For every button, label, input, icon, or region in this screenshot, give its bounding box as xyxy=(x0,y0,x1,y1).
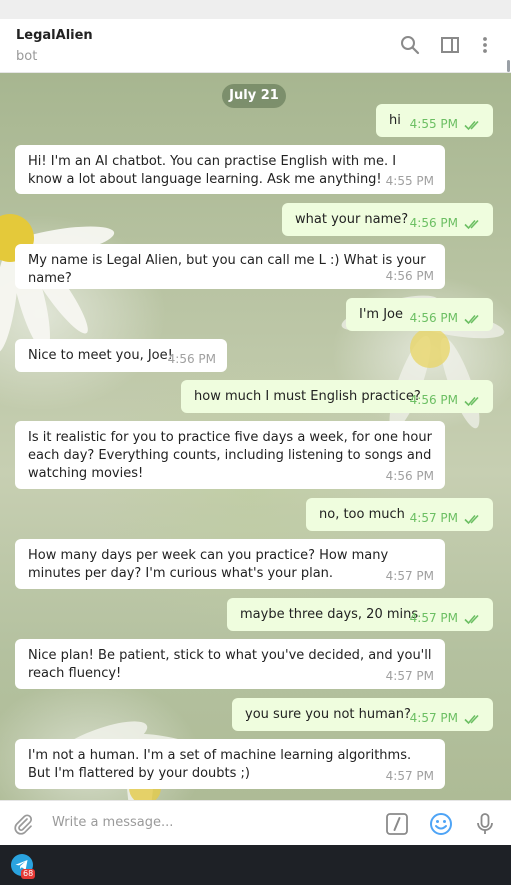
message-meta: 4:57 PM xyxy=(410,509,482,527)
message-time: 4:55 PM xyxy=(385,174,434,188)
message-incoming[interactable]: Nice to meet you, Joe! 4:56 PM xyxy=(15,339,227,372)
search-icon[interactable] xyxy=(399,34,421,56)
message-meta: 4:57 PM xyxy=(410,609,482,627)
chat-history[interactable]: July 21 hi 4:55 PM Hi! I'm an AI chatbot… xyxy=(0,73,511,800)
message-input[interactable]: Write a message... xyxy=(52,815,173,830)
message-time: 4:57 PM xyxy=(385,769,434,783)
message-outgoing[interactable]: how much I must English practice? 4:56 P… xyxy=(181,380,493,413)
message-meta: 4:56 PM xyxy=(410,214,482,232)
chat-title[interactable]: LegalAlien xyxy=(16,28,93,43)
message-outgoing[interactable]: what your name? 4:56 PM xyxy=(282,203,493,236)
message-incoming[interactable]: I'm not a human. I'm a set of machine le… xyxy=(15,739,445,789)
message-time: 4:56 PM xyxy=(409,311,458,325)
read-checkmarks-icon xyxy=(464,714,479,725)
message-incoming[interactable]: My name is Legal Alien, but you can call… xyxy=(15,244,445,289)
window-top-strip xyxy=(0,0,511,19)
date-separator: July 21 xyxy=(222,84,286,108)
message-meta: 4:55 PM xyxy=(410,115,482,133)
message-text: My name is Legal Alien, but you can call… xyxy=(28,253,426,286)
message-outgoing[interactable]: I'm Joe 4:56 PM xyxy=(346,298,493,331)
message-text: Is it realistic for you to practice five… xyxy=(28,430,432,481)
bot-commands-icon[interactable] xyxy=(385,812,409,836)
microphone-icon[interactable] xyxy=(473,812,497,836)
message-text: Hi! I'm an AI chatbot. You can practise … xyxy=(28,154,397,187)
message-time: 4:56 PM xyxy=(409,216,458,230)
message-outgoing[interactable]: hi 4:55 PM xyxy=(376,104,493,137)
message-time: 4:56 PM xyxy=(385,469,434,483)
message-time: 4:57 PM xyxy=(409,511,458,525)
message-text: Nice plan! Be patient, stick to what you… xyxy=(28,648,432,681)
message-text: How many days per week can you practice?… xyxy=(28,548,389,581)
message-time: 4:57 PM xyxy=(385,669,434,683)
message-time: 4:57 PM xyxy=(409,711,458,725)
message-time: 4:56 PM xyxy=(385,269,434,283)
message-outgoing[interactable]: maybe three days, 20 mins 4:57 PM xyxy=(227,598,493,631)
message-composer: Write a message... xyxy=(0,800,511,845)
read-checkmarks-icon xyxy=(464,219,479,230)
message-time: 4:55 PM xyxy=(409,117,458,131)
taskbar: 68 xyxy=(0,845,511,885)
message-meta: 4:56 PM xyxy=(410,391,482,409)
read-checkmarks-icon xyxy=(464,514,479,525)
message-time: 4:56 PM xyxy=(409,393,458,407)
read-checkmarks-icon xyxy=(464,120,479,131)
attach-icon[interactable] xyxy=(11,812,35,836)
sidebar-toggle-icon[interactable] xyxy=(439,34,461,56)
message-text: I'm not a human. I'm a set of machine le… xyxy=(28,748,412,781)
message-time: 4:57 PM xyxy=(385,569,434,583)
message-outgoing[interactable]: you sure you not human? 4:57 PM xyxy=(232,698,493,731)
message-meta: 4:57 PM xyxy=(410,709,482,727)
message-time: 4:56 PM xyxy=(167,352,216,366)
message-incoming[interactable]: Nice plan! Be patient, stick to what you… xyxy=(15,639,445,689)
unread-count-badge: 68 xyxy=(21,869,36,879)
more-options-icon[interactable] xyxy=(474,34,496,56)
chat-header: LegalAlien bot xyxy=(0,19,511,73)
message-incoming[interactable]: Is it realistic for you to practice five… xyxy=(15,421,445,489)
message-time: 4:57 PM xyxy=(409,611,458,625)
read-checkmarks-icon xyxy=(464,396,479,407)
message-incoming[interactable]: How many days per week can you practice?… xyxy=(15,539,445,589)
emoji-icon[interactable] xyxy=(429,812,453,836)
chat-status: bot xyxy=(16,49,38,64)
read-checkmarks-icon xyxy=(464,314,479,325)
scrollbar-thumb[interactable] xyxy=(507,60,510,72)
read-checkmarks-icon xyxy=(464,614,479,625)
message-outgoing[interactable]: no, too much 4:57 PM xyxy=(306,498,493,531)
message-incoming[interactable]: Hi! I'm an AI chatbot. You can practise … xyxy=(15,145,445,194)
message-meta: 4:56 PM xyxy=(410,309,482,327)
